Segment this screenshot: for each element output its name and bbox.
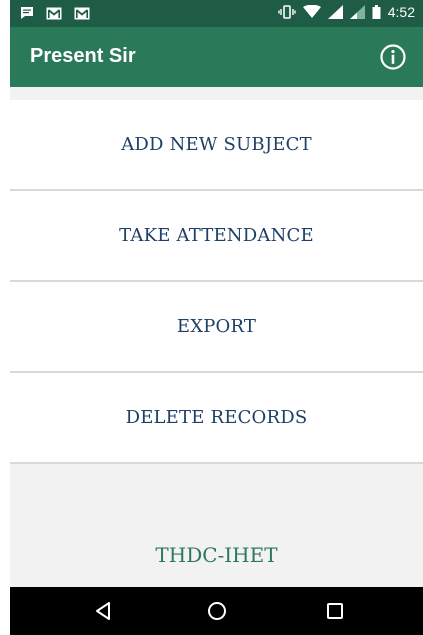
system-icons: 4:52 [278,4,415,20]
app-title: Present Sir [30,45,136,67]
add-new-subject-button[interactable]: ADD NEW SUBJECT [10,100,423,191]
gmail-icon [74,7,90,19]
status-bar: 4:52 [10,0,423,27]
delete-records-button[interactable]: DELETE RECORDS [10,373,423,464]
home-icon[interactable] [204,599,230,623]
menu-item-label: ADD NEW SUBJECT [121,134,312,155]
signal-weak-icon [349,5,365,19]
institution-name: THDC-IHET [155,543,278,567]
recents-icon[interactable] [322,599,348,623]
take-attendance-button[interactable]: TAKE ATTENDANCE [10,191,423,282]
app-bar: Present Sir [10,27,423,87]
main-menu: ADD NEW SUBJECT TAKE ATTENDANCE EXPORT D… [10,100,423,464]
menu-item-label: DELETE RECORDS [125,407,308,428]
menu-item-label: EXPORT [176,316,257,337]
app-screen: 4:52 Present Sir ADD NEW SUBJECT TAKE AT… [10,0,423,635]
message-icon [21,7,33,19]
navigation-bar [10,587,423,635]
vibrate-icon [278,5,296,19]
battery-icon [372,5,381,19]
export-button[interactable]: EXPORT [10,282,423,373]
notification-icons [20,6,90,20]
signal-icon [327,5,343,19]
back-icon[interactable] [91,599,117,623]
gmail-icon [46,7,62,19]
status-time: 4:52 [387,4,415,20]
wifi-icon [302,5,321,18]
info-icon[interactable] [379,43,407,71]
menu-item-label: TAKE ATTENDANCE [119,225,314,246]
